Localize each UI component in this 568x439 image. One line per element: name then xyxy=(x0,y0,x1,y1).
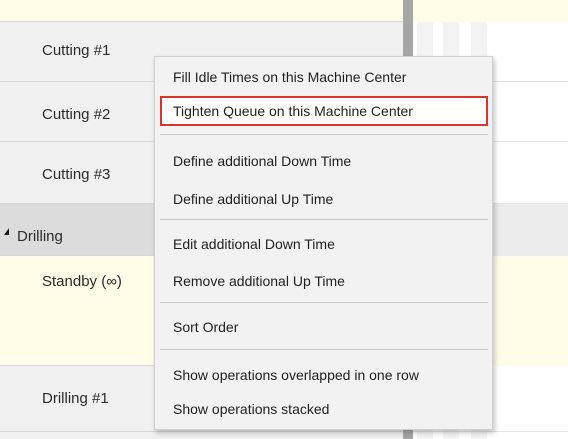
resource-label: Cutting #1 xyxy=(42,42,111,59)
menu-item-show-overlapped[interactable]: Show operations overlapped in one row xyxy=(160,360,488,390)
collapse-triangle-icon[interactable] xyxy=(4,228,9,235)
scheduler-view: Cutting #1 Cutting #2 Cutting #3 Drillin… xyxy=(0,0,568,439)
menu-item-fill-idle-times[interactable]: Fill Idle Times on this Machine Center xyxy=(160,62,488,92)
menu-separator xyxy=(160,302,488,303)
menu-item-define-up-time[interactable]: Define additional Up Time xyxy=(160,184,488,214)
resource-label: Standby (∞) xyxy=(42,273,122,290)
group-label: Drilling xyxy=(17,228,63,245)
menu-item-sort-order[interactable]: Sort Order xyxy=(160,312,488,342)
resource-label: Cutting #2 xyxy=(42,106,111,123)
row-top-partial xyxy=(0,0,403,22)
menu-item-remove-up-time[interactable]: Remove additional Up Time xyxy=(160,266,488,296)
gantt-row-line xyxy=(413,431,568,432)
menu-item-define-down-time[interactable]: Define additional Down Time xyxy=(160,146,488,176)
menu-item-show-stacked[interactable]: Show operations stacked xyxy=(160,394,488,424)
resource-label: Drilling #1 xyxy=(42,390,109,407)
resource-label: Cutting #3 xyxy=(42,166,111,183)
menu-item-edit-down-time[interactable]: Edit additional Down Time xyxy=(160,229,488,259)
gantt-band-top xyxy=(413,0,568,22)
context-menu: Fill Idle Times on this Machine Center T… xyxy=(154,56,493,430)
menu-separator xyxy=(160,219,488,220)
menu-separator xyxy=(160,134,488,135)
menu-item-tighten-queue[interactable]: Tighten Queue on this Machine Center xyxy=(160,96,488,126)
menu-separator xyxy=(160,349,488,350)
